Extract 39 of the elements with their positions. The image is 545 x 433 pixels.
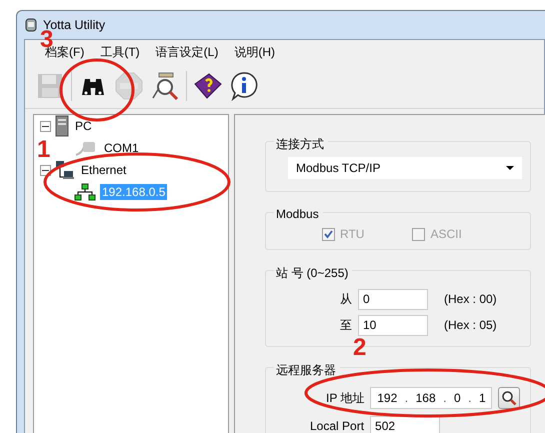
group-title: 远程服务器 <box>274 362 340 379</box>
connection-dropdown[interactable]: Modbus TCP/IP <box>288 157 522 179</box>
serial-plug-icon <box>74 139 98 157</box>
input-field[interactable]: 502 <box>370 416 440 433</box>
app-icon <box>25 18 37 32</box>
tree-item[interactable]: PC <box>73 118 94 134</box>
tree-item[interactable]: Ethernet <box>79 162 128 178</box>
ip-separator: . <box>443 391 446 405</box>
computer-tower-icon <box>55 115 69 137</box>
hex-value: (Hex : 00) <box>444 292 497 306</box>
search-button[interactable] <box>498 387 520 409</box>
hex-value: (Hex : 05) <box>444 318 497 332</box>
stop-sign-icon <box>115 72 143 100</box>
field-label: 从 <box>340 290 352 308</box>
input-field[interactable]: 0 <box>358 288 428 310</box>
ip-separator: . <box>404 391 408 405</box>
menu-item[interactable]: 工具(T) <box>100 44 140 64</box>
checkbox-label: ASCII <box>430 227 462 241</box>
menu-item[interactable]: 说明(H) <box>234 44 275 64</box>
annotation-number: 2 <box>353 336 366 360</box>
field-label: IP 地址 <box>326 390 364 406</box>
annotation-number: 1 <box>37 138 50 162</box>
collapse-toggle[interactable] <box>40 164 51 176</box>
network-tree-icon <box>74 183 96 201</box>
network-computers-icon <box>55 160 75 180</box>
group-title: 站 号 (0~255) <box>274 265 352 282</box>
info-bubble-icon <box>229 71 259 101</box>
input-field[interactable]: 10 <box>358 314 428 336</box>
group-title: 连接方式 <box>274 136 328 153</box>
ip-separator: . <box>468 391 472 405</box>
collapse-toggle[interactable] <box>40 120 51 132</box>
group-title: Modbus <box>274 207 323 221</box>
field-label: 至 <box>340 316 352 334</box>
checkbox-label: RTU <box>340 227 364 241</box>
field-label: Local Port <box>310 419 364 433</box>
menu-item[interactable]: 语言设定(L) <box>156 44 218 64</box>
magnifier-scan-icon <box>151 72 179 100</box>
tree-item[interactable]: COM1 <box>102 140 141 156</box>
ip-address-field[interactable]: 192 . 168 . 0 . 1 <box>370 387 492 409</box>
